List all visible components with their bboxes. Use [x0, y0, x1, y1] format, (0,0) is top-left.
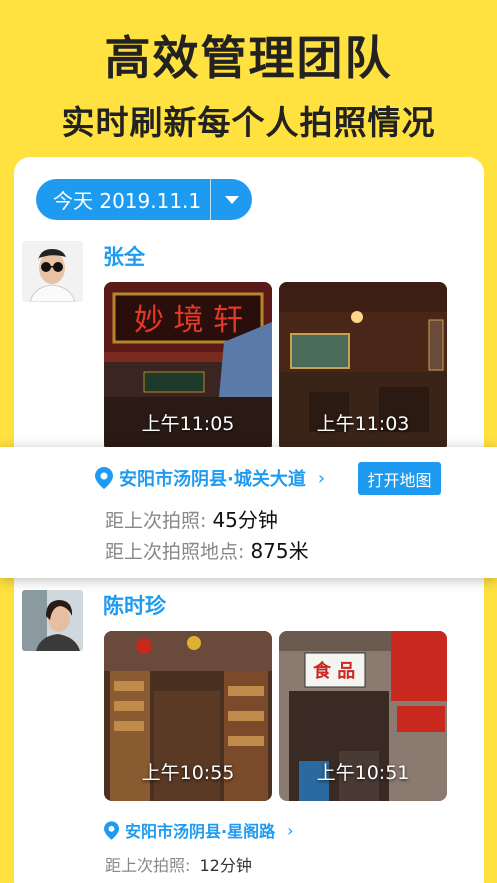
last-photo-value: 12分钟: [199, 856, 252, 875]
location-popup: 安阳市汤阴县·城关大道 › 打开地图 距上次拍照: 45分钟 距上次拍照地点: …: [0, 447, 497, 578]
last-place-value: 875米: [250, 539, 309, 563]
chevron-down-icon[interactable]: [211, 195, 252, 204]
photo-time: 上午11:03: [316, 413, 410, 435]
avatar[interactable]: [22, 241, 83, 302]
last-photo-label: 距上次拍照:: [105, 510, 207, 532]
photo-time: 上午10:55: [141, 762, 235, 784]
photo-time: 上午11:05: [141, 413, 235, 435]
location-link[interactable]: 安阳市汤阴县·星阁路 ›: [104, 818, 294, 842]
person-name[interactable]: 张全: [103, 241, 145, 271]
chevron-right-icon: ›: [287, 820, 294, 840]
location-pin-icon: [104, 820, 119, 840]
avatar[interactable]: [22, 590, 83, 651]
promo-subheadline: 实时刷新每个人拍照情况: [61, 103, 436, 142]
date-filter-label: 今天 2019.11.1: [53, 189, 202, 213]
photo-thumbnail[interactable]: 上午10:55: [104, 631, 272, 801]
photo-thumbnail[interactable]: 上午11:03: [279, 282, 447, 452]
location-text: 安阳市汤阴县·星阁路: [125, 822, 276, 841]
location-text: 安阳市汤阴县·城关大道: [119, 469, 306, 490]
svg-text:妙 境 轩: 妙 境 轩: [134, 303, 243, 338]
photo-thumbnail[interactable]: 妙 境 轩 上午11:05: [104, 282, 272, 452]
location-pin-icon: [95, 467, 113, 489]
date-filter-dropdown[interactable]: 今天 2019.11.1: [36, 179, 252, 220]
chevron-right-icon: ›: [317, 467, 326, 489]
last-place-label: 距上次拍照地点:: [105, 541, 245, 563]
last-photo-value: 45分钟: [212, 508, 278, 532]
location-link[interactable]: 安阳市汤阴县·城关大道 ›: [95, 465, 325, 491]
svg-text:食 品: 食 品: [312, 660, 355, 682]
last-photo-interval: 距上次拍照: 45分钟: [105, 504, 278, 533]
last-photo-label: 距上次拍照:: [105, 856, 191, 875]
last-place-distance: 距上次拍照地点: 875米: [105, 535, 309, 564]
photo-thumbnail[interactable]: 食 品 上午10:51: [279, 631, 447, 801]
photo-time: 上午10:51: [316, 762, 410, 784]
promo-headline: 高效管理团队: [104, 31, 393, 85]
last-photo-interval: 距上次拍照: 12分钟: [105, 852, 252, 876]
person-name[interactable]: 陈时珍: [103, 590, 166, 620]
open-map-button[interactable]: 打开地图: [358, 462, 441, 495]
